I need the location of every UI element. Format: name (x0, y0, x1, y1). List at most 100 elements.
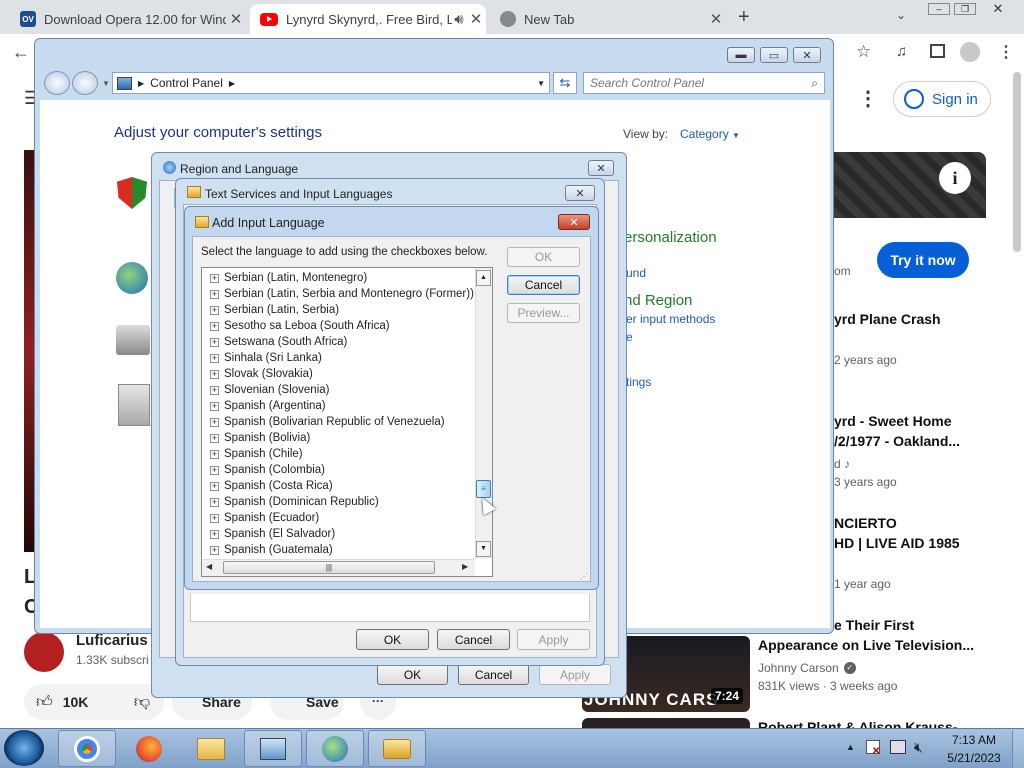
language-item[interactable]: + Slovak (Slovakia) (210, 366, 313, 382)
channel-name[interactable]: Luficarius (76, 632, 148, 649)
cp-maximize-icon[interactable]: ▭ (760, 47, 788, 63)
network-icon[interactable] (890, 740, 906, 754)
tab-opera-download[interactable]: OV Download Opera 12.00 for Windo ✕ (10, 4, 246, 34)
region-cancel-button[interactable]: Cancel (458, 664, 529, 685)
minimize-window-icon[interactable]: – (928, 3, 950, 15)
expand-plus-icon[interactable]: + (210, 545, 219, 555)
expand-plus-icon[interactable]: + (210, 321, 219, 331)
taskbar-chrome[interactable] (58, 730, 116, 767)
language-item[interactable]: + Spanish (Argentina) (210, 398, 326, 414)
link-fragment[interactable]: e (626, 330, 633, 344)
back-button[interactable] (44, 71, 70, 95)
taskbar-firefox[interactable] (120, 730, 178, 767)
clock-region-link[interactable]: nd Region (624, 292, 692, 309)
expand-plus-icon[interactable]: + (210, 513, 219, 523)
video-title[interactable]: Appearance on Live Television... (758, 637, 974, 653)
info-icon[interactable]: i (939, 162, 971, 194)
preview-button[interactable]: Preview... (507, 303, 580, 323)
clock-time[interactable]: 7:13 AM (938, 733, 1010, 747)
expand-plus-icon[interactable]: + (210, 401, 219, 411)
change-input-methods-link[interactable]: er input methods (626, 312, 715, 326)
tab-youtube-free-bird[interactable]: Lynyrd Skynyrd,. Free Bird, Liv 🔊︎ ✕ (250, 4, 486, 34)
close-tab-icon[interactable]: ✕ (466, 10, 486, 28)
side-panel-icon[interactable] (930, 44, 945, 58)
add-cancel-button[interactable]: Cancel (507, 275, 580, 295)
clock-date[interactable]: 5/21/2023 (938, 751, 1010, 765)
taskbar-control-panel[interactable] (244, 730, 302, 767)
video-title[interactable]: NCIERTO (834, 515, 897, 531)
channel-avatar[interactable] (24, 632, 64, 672)
expand-plus-icon[interactable]: + (210, 497, 219, 507)
start-button[interactable] (4, 730, 44, 766)
scroll-right-icon[interactable]: ▶ (462, 562, 468, 571)
language-item[interactable]: + Serbian (Latin, Serbia) (210, 302, 339, 318)
expand-plus-icon[interactable]: + (210, 449, 219, 459)
language-item[interactable]: + Spanish (Colombia) (210, 462, 325, 478)
background-link[interactable]: und (626, 266, 646, 280)
close-dialog-icon[interactable]: ✕ (558, 214, 590, 230)
text-services-ok-button[interactable]: OK (356, 629, 429, 650)
language-item[interactable]: + Serbian (Latin, Serbia and Montenegro (… (210, 286, 474, 302)
expand-plus-icon[interactable]: + (210, 273, 219, 283)
video-title[interactable]: e Their First (834, 617, 914, 633)
language-item[interactable]: + Sesotho sa Leboa (South Africa) (210, 318, 390, 334)
scroll-left-icon[interactable]: ◀ (206, 562, 212, 571)
language-item[interactable]: + Spanish (Bolivarian Republic of Venezue… (210, 414, 445, 430)
expand-plus-icon[interactable]: + (210, 305, 219, 315)
language-item[interactable]: + Setswana (South Africa) (210, 334, 347, 350)
tab-new-tab[interactable]: New Tab ✕ (490, 4, 726, 34)
bookmark-star-icon[interactable]: ☆ (856, 42, 871, 62)
language-item[interactable]: + Spanish (Dominican Republic) (210, 494, 379, 510)
expand-plus-icon[interactable]: + (210, 417, 219, 427)
close-dialog-icon[interactable]: ✕ (565, 185, 595, 201)
close-dialog-icon[interactable]: ✕ (588, 160, 614, 176)
taskbar-explorer[interactable] (182, 730, 240, 767)
recent-pages-chevron-icon[interactable]: ▼ (102, 79, 110, 88)
language-item[interactable]: + Spanish (Bolivia) (210, 430, 310, 446)
settings-link[interactable]: tings (626, 375, 651, 389)
language-tree-list[interactable]: + Serbian (Latin, Montenegro) + Serbian (La… (201, 267, 493, 577)
address-bar[interactable]: ▶ Control Panel ▶ ▼ (112, 72, 550, 94)
taskbar-region-language[interactable] (306, 730, 364, 767)
show-hidden-icons-icon[interactable]: ▲ (846, 742, 855, 752)
expand-plus-icon[interactable]: + (210, 353, 219, 363)
expand-plus-icon[interactable]: + (210, 465, 219, 475)
search-icon[interactable]: ⌕ (811, 76, 818, 91)
text-services-apply-button[interactable]: Apply (517, 629, 590, 650)
scroll-up-icon[interactable]: ▲ (476, 270, 491, 286)
restore-window-icon[interactable]: ❐ (954, 3, 976, 15)
audio-icon[interactable]: 🔊︎ (452, 11, 466, 28)
search-input[interactable]: Search Control Panel ⌕ (583, 72, 825, 94)
region-ok-button[interactable]: OK (377, 664, 448, 685)
video-title[interactable]: yrd Plane Crash (834, 311, 941, 327)
browser-menu-icon[interactable]: ⋮ (998, 42, 1014, 62)
volume-muted-icon[interactable]: 🔇︎ (914, 739, 923, 756)
expand-plus-icon[interactable]: + (210, 337, 219, 347)
text-services-cancel-button[interactable]: Cancel (437, 629, 510, 650)
video-title[interactable]: yrd - Sweet Home (834, 413, 951, 429)
cp-close-icon[interactable]: ✕ (793, 47, 821, 63)
language-item[interactable]: + Spanish (Ecuador) (210, 510, 319, 526)
add-ok-button[interactable]: OK (507, 247, 580, 267)
like-button[interactable]: 👍︎ 10K (24, 684, 120, 720)
refresh-icon[interactable]: ⇆ (553, 72, 577, 94)
language-item[interactable]: + Slovenian (Slovenia) (210, 382, 329, 398)
breadcrumb-arrow-icon[interactable]: ▶ (138, 79, 144, 88)
hardware-printer-icon[interactable] (116, 325, 150, 355)
programs-icon[interactable] (118, 384, 150, 426)
close-tab-icon[interactable]: ✕ (226, 10, 246, 28)
personalization-link[interactable]: ersonalization (624, 229, 717, 246)
resize-grip-icon[interactable]: ⋰ (580, 572, 588, 581)
media-control-icon[interactable]: ♫ (896, 43, 907, 60)
expand-plus-icon[interactable]: + (210, 385, 219, 395)
expand-plus-icon[interactable]: + (210, 433, 219, 443)
video-title[interactable]: HD | LIVE AID 1985 (834, 535, 960, 551)
view-by-dropdown[interactable]: Category ▼ (680, 127, 740, 141)
new-tab-icon[interactable]: + (738, 6, 750, 29)
expand-plus-icon[interactable]: + (210, 369, 219, 379)
close-tab-icon[interactable]: ✕ (706, 10, 726, 28)
profile-avatar-icon[interactable] (960, 42, 980, 62)
expand-plus-icon[interactable]: + (210, 529, 219, 539)
address-dropdown-icon[interactable]: ▼ (537, 79, 545, 88)
language-item[interactable]: + Spanish (El Salvador) (210, 526, 335, 542)
